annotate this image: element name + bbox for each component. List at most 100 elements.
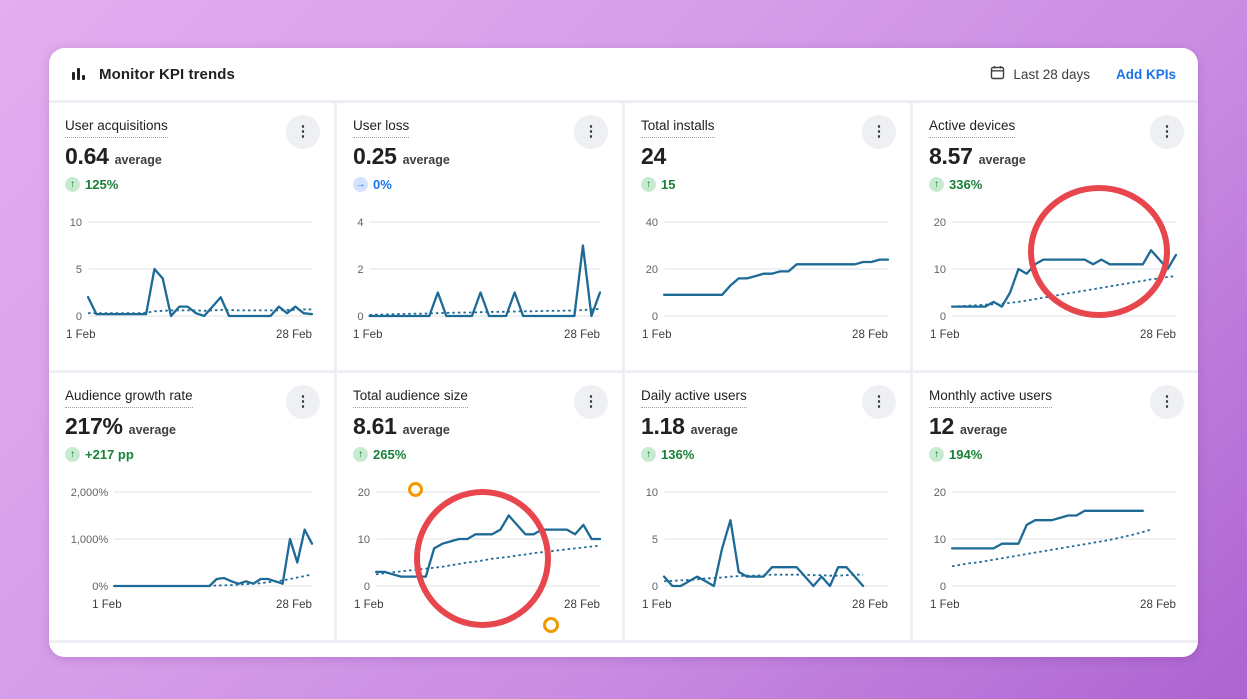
kpi-value-row: 8.57 average bbox=[929, 143, 1182, 170]
kpi-value-suffix: average bbox=[979, 153, 1026, 167]
kpi-value: 0.25 bbox=[353, 143, 397, 170]
overflow-menu-button[interactable]: ⋮ bbox=[1150, 385, 1184, 419]
svg-text:0: 0 bbox=[940, 581, 946, 593]
kpi-card: Audience growth rate ⋮ 217% average ↑ +2… bbox=[49, 373, 334, 640]
svg-text:1 Feb: 1 Feb bbox=[642, 329, 672, 341]
svg-text:0: 0 bbox=[364, 581, 370, 593]
kpi-delta-value: 194% bbox=[949, 447, 982, 462]
kpi-title[interactable]: Audience growth rate bbox=[65, 387, 193, 408]
kpi-chart: 010201 Feb28 Feb bbox=[929, 478, 1182, 628]
kpi-card: Daily active users ⋮ 1.18 average ↑ 136%… bbox=[625, 373, 910, 640]
overflow-menu-button[interactable]: ⋮ bbox=[862, 115, 896, 149]
kpi-delta-value: 15 bbox=[661, 177, 675, 192]
kpi-chart: 0%1,000%2,000%1 Feb28 Feb bbox=[65, 478, 318, 628]
kpi-chart: 020401 Feb28 Feb bbox=[641, 208, 894, 358]
kpi-delta-badge: ↑ 194% bbox=[929, 447, 982, 462]
kpi-value-row: 1.18 average bbox=[641, 413, 894, 440]
svg-text:0%: 0% bbox=[92, 581, 108, 593]
trend-arrow-icon: ↑ bbox=[65, 177, 80, 192]
svg-text:20: 20 bbox=[646, 264, 658, 276]
kpi-value-row: 8.61 average bbox=[353, 413, 606, 440]
svg-text:10: 10 bbox=[358, 534, 370, 546]
svg-text:5: 5 bbox=[652, 534, 658, 546]
bar-chart-icon bbox=[71, 66, 87, 82]
kpi-delta-badge: → 0% bbox=[353, 177, 392, 192]
svg-text:1 Feb: 1 Feb bbox=[930, 329, 960, 341]
kpi-delta-badge: ↑ 136% bbox=[641, 447, 694, 462]
kpi-value: 12 bbox=[929, 413, 954, 440]
svg-text:0: 0 bbox=[652, 581, 658, 593]
kpi-card: User acquisitions ⋮ 0.64 average ↑ 125% … bbox=[49, 103, 334, 370]
kpi-title[interactable]: Monthly active users bbox=[929, 387, 1052, 408]
overflow-menu-button[interactable]: ⋮ bbox=[862, 385, 896, 419]
kpi-dashboard-card: Monitor KPI trends Last 28 days Add KPIs… bbox=[49, 48, 1198, 657]
svg-text:0: 0 bbox=[940, 311, 946, 323]
kpi-delta-value: 336% bbox=[949, 177, 982, 192]
kpi-chart: 0241 Feb28 Feb bbox=[353, 208, 606, 358]
svg-text:20: 20 bbox=[934, 217, 946, 229]
kpi-value-row: 12 average bbox=[929, 413, 1182, 440]
trend-arrow-icon: ↑ bbox=[65, 447, 80, 462]
kpi-value-suffix: average bbox=[691, 423, 738, 437]
kpi-delta-badge: ↑ 125% bbox=[65, 177, 118, 192]
date-range-label: Last 28 days bbox=[1013, 67, 1090, 82]
svg-text:2: 2 bbox=[357, 264, 363, 276]
kpi-value-row: 24 bbox=[641, 143, 894, 170]
svg-text:1,000%: 1,000% bbox=[71, 534, 109, 546]
date-range-selector[interactable]: Last 28 days bbox=[990, 65, 1090, 83]
kpi-title[interactable]: Total audience size bbox=[353, 387, 468, 408]
kpi-value-row: 217% average bbox=[65, 413, 318, 440]
kpi-value: 217% bbox=[65, 413, 123, 440]
dashboard-header: Monitor KPI trends Last 28 days Add KPIs bbox=[49, 48, 1198, 100]
svg-text:1 Feb: 1 Feb bbox=[66, 329, 96, 341]
kpi-value-suffix: average bbox=[403, 153, 450, 167]
svg-text:28 Feb: 28 Feb bbox=[1140, 599, 1176, 611]
kpi-title[interactable]: Total installs bbox=[641, 117, 715, 138]
svg-text:40: 40 bbox=[646, 217, 658, 229]
calendar-icon bbox=[990, 65, 1005, 83]
trend-arrow-icon: → bbox=[353, 177, 368, 192]
svg-text:28 Feb: 28 Feb bbox=[276, 329, 312, 341]
svg-text:10: 10 bbox=[934, 534, 946, 546]
kpi-delta-value: 136% bbox=[661, 447, 694, 462]
kpi-title[interactable]: User acquisitions bbox=[65, 117, 168, 138]
kpi-title[interactable]: User loss bbox=[353, 117, 409, 138]
kpi-card: Monthly active users ⋮ 12 average ↑ 194%… bbox=[913, 373, 1198, 640]
kpi-value-row: 0.25 average bbox=[353, 143, 606, 170]
page-title: Monitor KPI trends bbox=[99, 66, 235, 83]
trend-arrow-icon: ↑ bbox=[929, 447, 944, 462]
trend-arrow-icon: ↑ bbox=[929, 177, 944, 192]
overflow-menu-button[interactable]: ⋮ bbox=[286, 385, 320, 419]
kpi-delta-value: 125% bbox=[85, 177, 118, 192]
add-kpis-button[interactable]: Add KPIs bbox=[1116, 67, 1176, 82]
svg-text:5: 5 bbox=[76, 264, 82, 276]
kpi-value-row: 0.64 average bbox=[65, 143, 318, 170]
svg-text:28 Feb: 28 Feb bbox=[852, 329, 888, 341]
trend-arrow-icon: ↑ bbox=[353, 447, 368, 462]
kpi-chart: 010201 Feb28 Feb bbox=[353, 478, 606, 628]
svg-text:20: 20 bbox=[934, 487, 946, 499]
overflow-menu-button[interactable]: ⋮ bbox=[286, 115, 320, 149]
svg-text:4: 4 bbox=[357, 217, 363, 229]
svg-text:10: 10 bbox=[70, 217, 82, 229]
kpi-value: 0.64 bbox=[65, 143, 109, 170]
svg-text:1 Feb: 1 Feb bbox=[92, 599, 122, 611]
svg-text:0: 0 bbox=[76, 311, 82, 323]
svg-text:28 Feb: 28 Feb bbox=[1140, 329, 1176, 341]
overflow-menu-button[interactable]: ⋮ bbox=[574, 115, 608, 149]
kpi-delta-badge: ↑ 15 bbox=[641, 177, 675, 192]
trend-arrow-icon: ↑ bbox=[641, 177, 656, 192]
overflow-menu-button[interactable]: ⋮ bbox=[1150, 115, 1184, 149]
kpi-title[interactable]: Daily active users bbox=[641, 387, 747, 408]
kpi-chart: 010201 Feb28 Feb bbox=[929, 208, 1182, 358]
kpi-value: 8.61 bbox=[353, 413, 397, 440]
svg-text:28 Feb: 28 Feb bbox=[564, 329, 600, 341]
overflow-menu-button[interactable]: ⋮ bbox=[574, 385, 608, 419]
svg-text:0: 0 bbox=[357, 311, 363, 323]
svg-text:28 Feb: 28 Feb bbox=[564, 599, 600, 611]
cropped-row bbox=[49, 643, 1198, 657]
kpi-title[interactable]: Active devices bbox=[929, 117, 1015, 138]
kpi-value: 1.18 bbox=[641, 413, 685, 440]
kpi-card: User loss ⋮ 0.25 average → 0% 0241 Feb28… bbox=[337, 103, 622, 370]
kpi-value-suffix: average bbox=[403, 423, 450, 437]
